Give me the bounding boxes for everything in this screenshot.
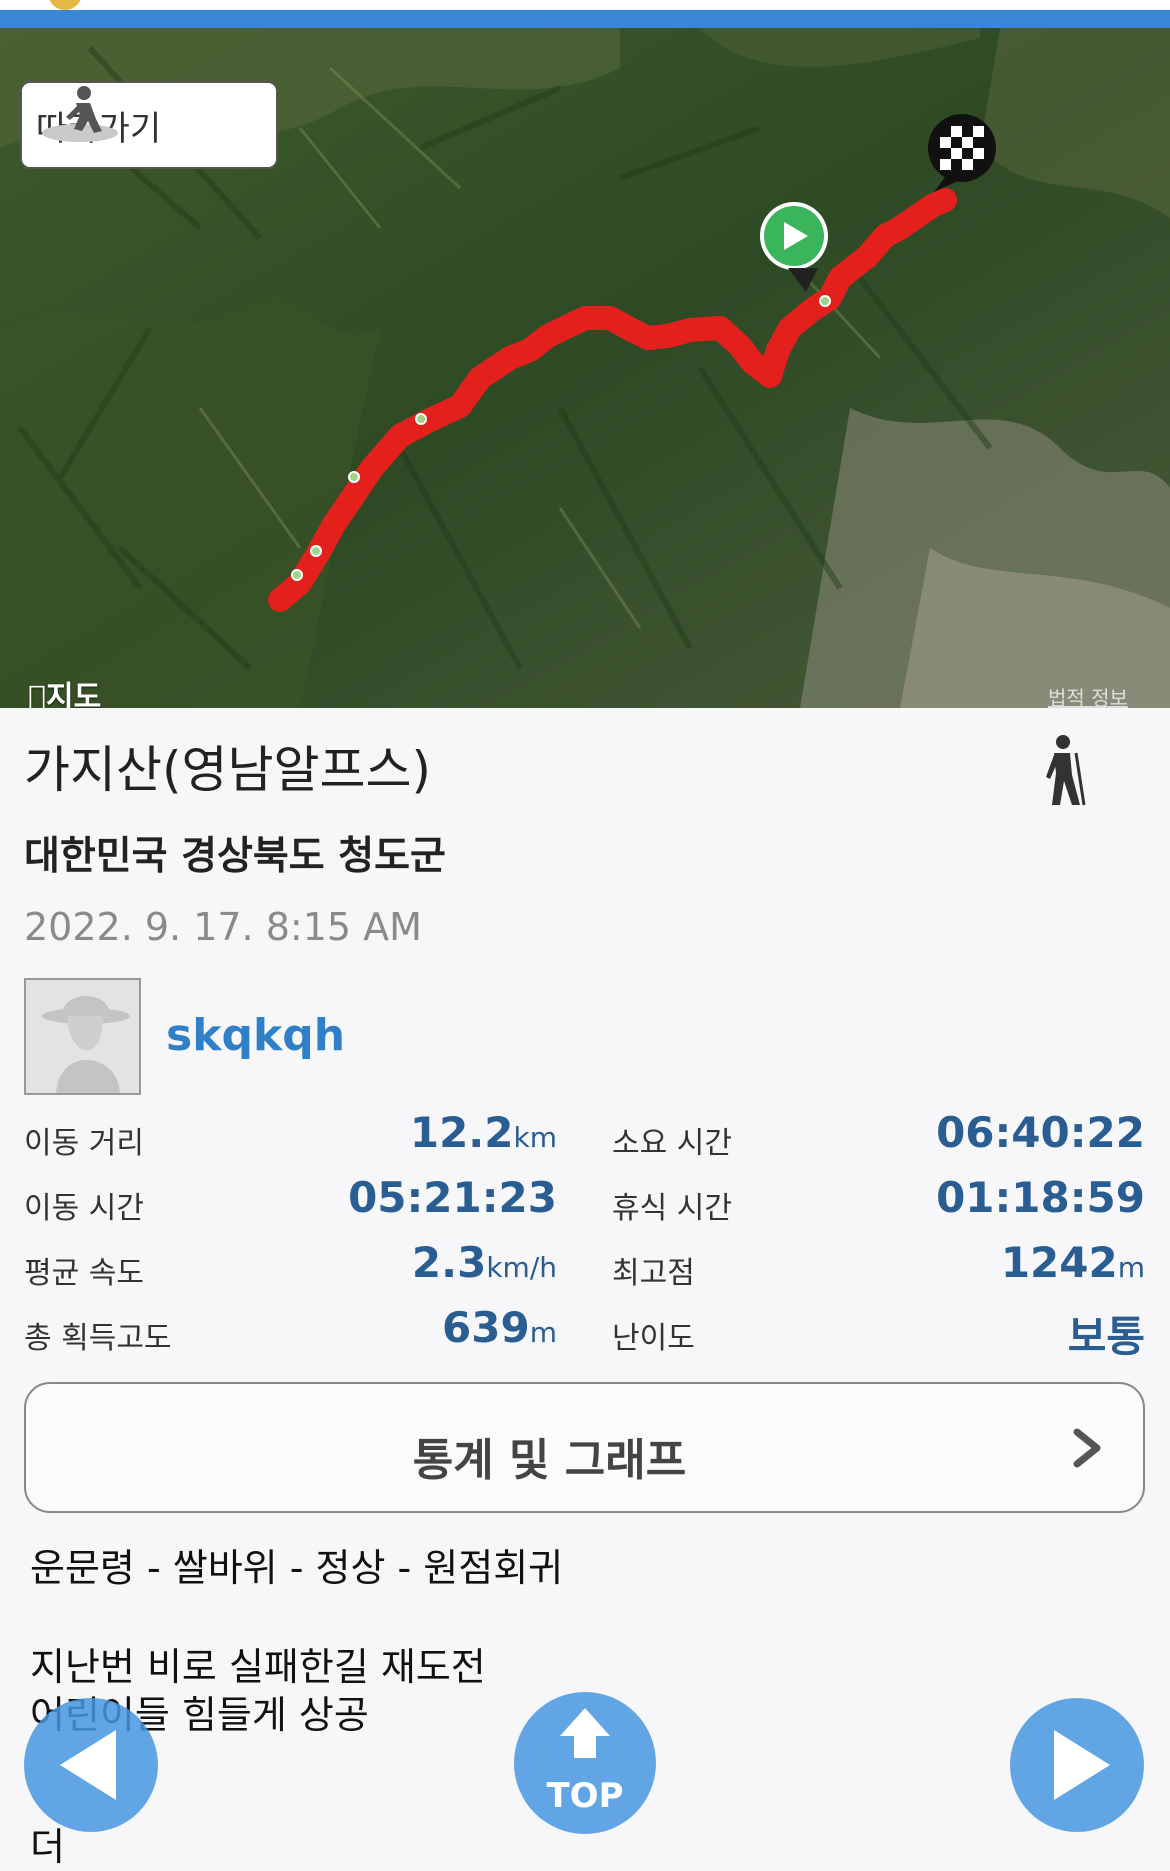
- weather-icon: [48, 0, 82, 10]
- accent-bar: [0, 10, 1170, 28]
- total-time-label: 소요 시간: [612, 1126, 732, 1161]
- default-avatar-icon: [42, 996, 130, 1093]
- distance-label: 이동 거리: [24, 1126, 144, 1161]
- follow-button[interactable]: 따라가기: [20, 81, 278, 169]
- trip-location: 대한민국 경상북도 청도군: [24, 834, 446, 879]
- play-right-icon: [1054, 1730, 1110, 1800]
- avg-speed-value: 2.3km/h: [411, 1238, 557, 1287]
- max-elevation-value: 1242m: [1000, 1238, 1145, 1287]
- distance-value: 12.2km: [409, 1108, 557, 1157]
- moving-time-label: 이동 시간: [24, 1191, 144, 1226]
- trip-date: 2022. 9. 17. 8:15 AM: [24, 905, 422, 949]
- play-left-icon: [60, 1730, 116, 1800]
- trip-title: 가지산(영남알프스): [24, 741, 432, 799]
- follow-walker-icon: [42, 86, 118, 142]
- stats-and-graph-button[interactable]: 통계 및 그래프: [24, 1382, 1145, 1513]
- scroll-top-button[interactable]: TOP: [514, 1692, 656, 1834]
- total-ascent-value: 639m: [442, 1303, 557, 1352]
- stats-button-label: 통계 및 그래프: [412, 1435, 687, 1486]
- top-button-label: TOP: [546, 1776, 624, 1816]
- maps-provider-label: 지도: [28, 680, 101, 708]
- chevron-right-icon: [1073, 1428, 1101, 1468]
- avatar[interactable]: [24, 978, 141, 1095]
- total-time-value: 06:40:22: [936, 1108, 1145, 1157]
- next-button[interactable]: [1010, 1698, 1144, 1832]
- apple-maps-logo: 지도: [28, 672, 101, 708]
- moving-time-value: 05:21:23: [348, 1173, 557, 1222]
- note-line-1: 지난번 비로 실패한길 재도전: [30, 1645, 486, 1689]
- route-map[interactable]: 따라가기 지도 법적 정보: [0, 28, 1170, 708]
- avg-speed-label: 평균 속도: [24, 1256, 144, 1291]
- rest-time-label: 휴식 시간: [612, 1191, 732, 1226]
- total-ascent-label: 총 획득고도: [24, 1321, 172, 1356]
- previous-button[interactable]: [24, 1698, 158, 1832]
- difficulty-value: 보통: [1067, 1312, 1145, 1361]
- status-bar: [0, 0, 1170, 28]
- hiking-activity-icon: [1046, 735, 1086, 806]
- rest-time-value: 01:18:59: [936, 1173, 1145, 1222]
- max-elevation-label: 최고점: [612, 1256, 695, 1291]
- username-link[interactable]: skqkqh: [166, 1010, 345, 1061]
- difficulty-label: 난이도: [612, 1321, 695, 1356]
- legal-link[interactable]: 법적 정보: [1048, 682, 1128, 708]
- route-description: 운문령 - 쌀바위 - 정상 - 원점회귀: [30, 1546, 564, 1590]
- apple-icon: : [28, 680, 46, 708]
